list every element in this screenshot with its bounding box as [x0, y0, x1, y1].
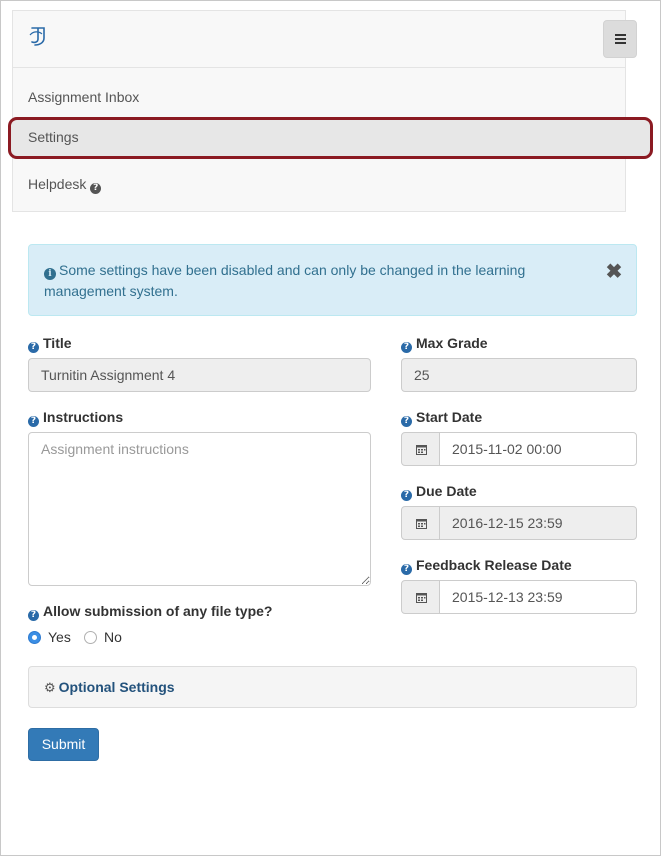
- start-date-label-text: Start Date: [416, 409, 483, 425]
- due-date-group: 2016-12-15 23:59: [401, 506, 637, 540]
- optional-settings-title[interactable]: ⚙ Optional Settings: [44, 679, 175, 696]
- instructions-label: ? Instructions: [28, 409, 123, 427]
- hamburger-menu-icon[interactable]: [603, 20, 637, 58]
- feedback-date-addon[interactable]: [401, 580, 440, 614]
- alert-message: Some settings have been disabled and can…: [44, 262, 526, 299]
- nav-item-helpdesk[interactable]: Helpdesk ?: [13, 164, 625, 204]
- info-circle-icon: i: [44, 268, 56, 280]
- nav-item-label: Assignment Inbox: [28, 89, 140, 105]
- close-icon[interactable]: ✖: [605, 262, 623, 282]
- max-grade-label: ? Max Grade: [401, 335, 488, 353]
- start-date-addon[interactable]: [401, 432, 440, 466]
- navbar: Assignment Inbox Helpdesk ?: [12, 10, 637, 212]
- calendar-icon: [416, 445, 427, 455]
- title-label-text: Title: [43, 335, 72, 351]
- nav-item-settings[interactable]: Settings: [8, 117, 653, 159]
- gear-icon: ⚙: [44, 681, 56, 696]
- nav-item-assignment-inbox[interactable]: Assignment Inbox: [13, 77, 625, 117]
- file-type-yes-radio[interactable]: [28, 631, 41, 644]
- feedback-date-group: 2015-12-13 23:59: [401, 580, 637, 614]
- optional-settings-panel[interactable]: ⚙ Optional Settings: [28, 666, 637, 708]
- question-circle-icon: ?: [28, 416, 39, 427]
- file-type-no-label[interactable]: No: [104, 629, 122, 645]
- due-date-field[interactable]: 2016-12-15 23:59: [439, 506, 637, 540]
- optional-settings-label: Optional Settings: [58, 679, 175, 695]
- nav-item-label: Helpdesk: [28, 176, 87, 192]
- file-type-yes-label[interactable]: Yes: [48, 629, 71, 645]
- navbar-header: [13, 11, 637, 68]
- calendar-icon: [416, 593, 427, 603]
- question-circle-icon: ?: [28, 342, 39, 353]
- question-circle-icon: ?: [90, 183, 102, 194]
- instructions-field[interactable]: [28, 432, 371, 586]
- question-circle-icon: ?: [28, 610, 39, 621]
- feedback-date-label: ? Feedback Release Date: [401, 557, 572, 575]
- max-grade-label-text: Max Grade: [416, 335, 488, 351]
- start-date-label: ? Start Date: [401, 409, 482, 427]
- question-circle-icon: ?: [401, 490, 412, 501]
- submit-button[interactable]: Submit: [28, 728, 99, 761]
- turnitin-logo-icon[interactable]: [27, 25, 49, 49]
- calendar-icon: [416, 519, 427, 529]
- due-date-addon[interactable]: [401, 506, 440, 540]
- info-alert: i Some settings have been disabled and ca…: [28, 244, 637, 316]
- due-date-label-text: Due Date: [416, 483, 477, 499]
- feedback-date-field[interactable]: 2015-12-13 23:59: [439, 580, 637, 614]
- file-type-label-text: Allow submission of any file type?: [43, 603, 273, 619]
- max-grade-field[interactable]: 25: [401, 358, 637, 392]
- nav-item-label: Settings: [28, 129, 79, 145]
- feedback-date-label-text: Feedback Release Date: [416, 557, 572, 573]
- instructions-label-text: Instructions: [43, 409, 124, 425]
- start-date-group: 2015-11-02 00:00: [401, 432, 637, 466]
- question-circle-icon: ?: [401, 564, 412, 575]
- due-date-label: ? Due Date: [401, 483, 477, 501]
- alert-message-row: i Some settings have been disabled and ca…: [44, 260, 584, 302]
- question-circle-icon: ?: [401, 416, 412, 427]
- title-field[interactable]: Turnitin Assignment 4: [28, 358, 371, 392]
- file-type-label: ? Allow submission of any file type?: [28, 603, 272, 621]
- file-type-no-radio[interactable]: [84, 631, 97, 644]
- question-circle-icon: ?: [401, 342, 412, 353]
- title-label: ? Title: [28, 335, 72, 353]
- start-date-field[interactable]: 2015-11-02 00:00: [439, 432, 637, 466]
